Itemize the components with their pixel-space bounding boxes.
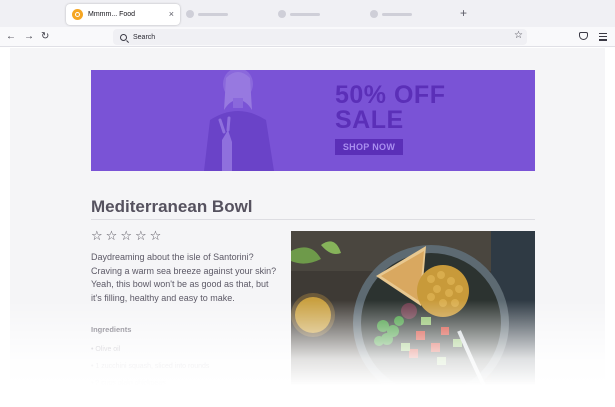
star-icon[interactable]: ☆	[135, 229, 147, 243]
food-favicon-icon	[72, 9, 83, 20]
tab-active[interactable]: Mmmm... Food ×	[66, 4, 180, 25]
ingredients-list: • Olive oil • 1 zucchini squash, sliced …	[91, 341, 209, 392]
shop-now-button[interactable]: SHOP NOW	[335, 139, 403, 155]
recipe-title: Mediterranean Bowl	[91, 197, 253, 216]
star-icon[interactable]: ☆	[91, 229, 103, 243]
tab-title: Mmmm... Food	[88, 11, 136, 18]
banner-headline-line: 50% OFF	[335, 81, 446, 109]
recipe-description: Daydreaming about the isle of Santorini?…	[91, 252, 277, 303]
navigation-bar: ← → ↻ Search ☆	[0, 27, 615, 47]
banner-headline-line: SALE	[335, 106, 404, 134]
star-rating[interactable]: ☆ ☆ ☆ ☆ ☆	[91, 229, 164, 243]
page-content: 50% OFF SALE SHOP NOW Mediterranean Bowl…	[10, 48, 605, 407]
url-bar-placeholder: Search	[133, 33, 156, 41]
banner-headline: 50% OFF SALE	[335, 83, 445, 133]
reload-icon[interactable]: ↻	[41, 30, 49, 44]
ingredient-item: • 1 zucchini squash, sliced into rounds	[91, 363, 210, 370]
close-tab-icon[interactable]: ×	[169, 8, 174, 20]
star-icon[interactable]: ☆	[106, 229, 118, 243]
url-bar[interactable]: Search ☆	[113, 29, 527, 45]
ingredient-item: • Olive oil	[91, 346, 121, 353]
hamburger-menu-icon[interactable]	[599, 33, 607, 43]
ingredients-heading: Ingredients	[91, 325, 132, 334]
star-icon[interactable]: ☆	[150, 229, 162, 243]
sale-banner[interactable]: 50% OFF SALE SHOP NOW	[91, 70, 535, 171]
back-icon[interactable]: ←	[6, 30, 16, 44]
tab-placeholder[interactable]	[186, 10, 228, 18]
title-divider	[91, 219, 535, 220]
new-tab-button[interactable]: +	[460, 7, 467, 19]
tab-placeholder[interactable]	[370, 10, 412, 18]
banner-model-image	[204, 70, 274, 171]
star-icon[interactable]: ☆	[120, 229, 132, 243]
ingredient-item: • 2 cups plain chickpeas	[91, 380, 166, 387]
tab-placeholder[interactable]	[278, 10, 320, 18]
search-icon	[120, 33, 127, 41]
bookmark-star-icon[interactable]: ☆	[514, 30, 523, 41]
food-bowl-photo	[291, 231, 535, 391]
tab-strip: Mmmm... Food × +	[0, 0, 615, 27]
forward-icon[interactable]: →	[24, 30, 34, 44]
pocket-icon[interactable]	[579, 32, 588, 40]
